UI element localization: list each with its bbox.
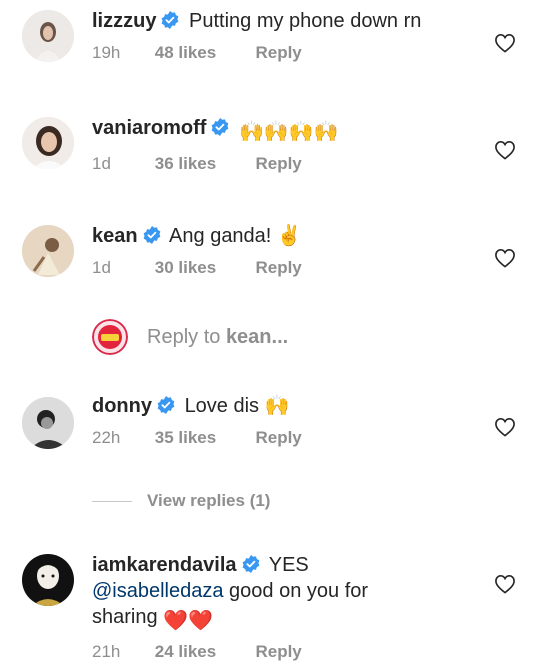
mention-link[interactable]: @isabelledaza bbox=[92, 580, 224, 602]
like-heart-icon[interactable] bbox=[494, 417, 516, 437]
reply-button[interactable]: Reply bbox=[255, 258, 301, 278]
username[interactable]: donny bbox=[92, 395, 152, 417]
reply-placeholder-prefix: Reply to bbox=[147, 326, 221, 348]
likes-count[interactable]: 48 likes bbox=[155, 43, 251, 63]
hearts-emoji: ❤️❤️ bbox=[163, 610, 213, 632]
like-heart-icon[interactable] bbox=[494, 33, 516, 53]
avatar[interactable] bbox=[22, 225, 74, 277]
verified-badge-icon bbox=[143, 226, 160, 244]
username[interactable]: iamkarendavila bbox=[92, 554, 237, 576]
comment-kean: kean Ang ganda! ✌️ 1d 30 likes Reply bbox=[0, 223, 536, 313]
reply-button[interactable]: Reply bbox=[255, 43, 301, 63]
avatar-photo bbox=[22, 225, 74, 277]
avatar-photo bbox=[22, 397, 74, 449]
comment-text: Ang ganda! ✌️ bbox=[169, 225, 302, 247]
reply-to-kean-input[interactable]: Reply to kean... bbox=[92, 317, 492, 357]
username[interactable]: lizzzuy bbox=[92, 10, 156, 32]
avatar-photo bbox=[22, 554, 74, 606]
likes-count[interactable]: 36 likes bbox=[155, 154, 251, 174]
avatar-photo bbox=[22, 117, 74, 169]
comment-text: YES bbox=[268, 554, 309, 576]
likes-count[interactable]: 35 likes bbox=[155, 428, 251, 448]
comment-text-line3: sharing bbox=[92, 606, 158, 628]
comment-text-continued: good on you for bbox=[223, 580, 369, 602]
current-user-avatar bbox=[92, 319, 128, 355]
like-heart-icon[interactable] bbox=[494, 140, 516, 160]
comment-text: Love dis 🙌 bbox=[184, 395, 290, 417]
timestamp: 21h bbox=[92, 642, 121, 661]
verified-badge-icon bbox=[212, 118, 229, 136]
avatar[interactable] bbox=[22, 397, 74, 449]
like-heart-icon[interactable] bbox=[494, 248, 516, 268]
timestamp: 1d bbox=[92, 258, 111, 277]
timestamp: 1d bbox=[92, 154, 111, 173]
comment-iamkarendavila: iamkarendavila YES @isabelledaza good on… bbox=[0, 552, 536, 670]
username[interactable]: kean bbox=[92, 225, 138, 247]
avatar[interactable] bbox=[22, 117, 74, 169]
reply-button[interactable]: Reply bbox=[255, 154, 301, 174]
verified-badge-icon bbox=[157, 396, 175, 414]
verified-badge-icon bbox=[242, 555, 259, 573]
comment-text: Putting my phone down rn bbox=[189, 10, 422, 32]
view-replies-divider bbox=[92, 501, 132, 502]
reply-button[interactable]: Reply bbox=[255, 642, 301, 662]
reply-placeholder[interactable]: Reply to kean... bbox=[147, 326, 288, 349]
verified-badge-icon bbox=[162, 11, 179, 29]
avatar[interactable] bbox=[22, 554, 74, 606]
timestamp: 22h bbox=[92, 428, 121, 447]
username[interactable]: vaniaromoff bbox=[92, 117, 206, 139]
like-heart-icon[interactable] bbox=[494, 574, 516, 594]
comment-lizzzuy: lizzzuy Putting my phone down rn 19h 48 … bbox=[0, 8, 536, 98]
avatar[interactable] bbox=[22, 10, 74, 62]
comment-donny: donny Love dis 🙌 22h 35 likes Reply bbox=[0, 393, 536, 483]
comment-vaniaromoff: vaniaromoff 🙌🙌🙌🙌 1d 36 likes Reply bbox=[0, 115, 536, 205]
avatar-photo bbox=[22, 10, 74, 62]
reply-button[interactable]: Reply bbox=[255, 428, 301, 448]
likes-count[interactable]: 30 likes bbox=[155, 258, 251, 278]
view-replies-button[interactable]: View replies (1) bbox=[92, 490, 392, 512]
view-replies-label: View replies (1) bbox=[147, 491, 271, 510]
likes-count[interactable]: 24 likes bbox=[155, 642, 251, 662]
timestamp: 19h bbox=[92, 43, 121, 62]
reply-placeholder-target: kean... bbox=[225, 326, 289, 348]
comment-text: 🙌🙌🙌🙌 bbox=[239, 121, 339, 143]
